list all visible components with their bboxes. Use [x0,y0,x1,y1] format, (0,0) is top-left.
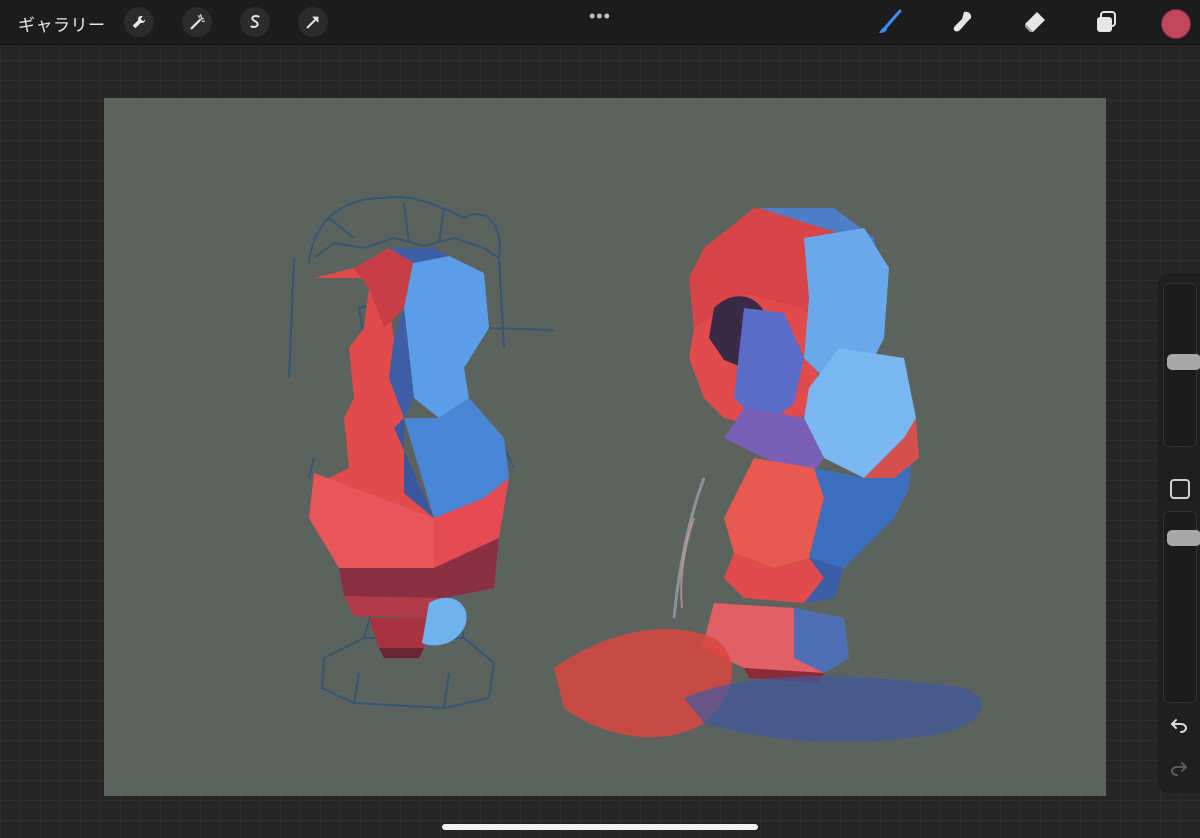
adjustments-button[interactable] [182,7,212,37]
transform-button[interactable] [298,7,328,37]
magic-wand-icon [190,14,205,30]
home-indicator[interactable] [442,824,758,830]
transform-arrow-icon [306,16,319,29]
selection-s-icon [250,15,260,28]
layers-button[interactable] [1090,6,1122,38]
modify-button[interactable] [1170,479,1190,499]
more-options-icon[interactable]: ••• [589,6,611,27]
top-toolbar: ギャラリー ••• [0,0,1200,45]
wrench-icon [132,15,146,29]
color-picker-button[interactable] [1161,9,1191,39]
layers-icon [1097,11,1116,32]
opacity-slider[interactable] [1163,511,1200,703]
redo-icon [1170,762,1188,776]
brush-size-slider[interactable] [1163,283,1200,447]
undo-button[interactable] [1168,714,1190,736]
opacity-handle[interactable] [1167,530,1200,546]
painting-artwork [288,196,982,742]
smudge-icon [953,11,972,32]
smudge-tool-button[interactable] [948,6,980,38]
brush-size-handle[interactable] [1167,354,1200,370]
undo-icon [1170,719,1188,733]
redo-button[interactable] [1168,757,1190,779]
brush-tool-button[interactable] [874,6,906,38]
side-toolbar [1158,273,1200,793]
eraser-icon [1025,12,1045,32]
selection-button[interactable] [240,7,270,37]
drawing-canvas[interactable] [104,98,1106,796]
actions-button[interactable] [124,7,154,37]
brush-icon [879,9,902,33]
eraser-tool-button[interactable] [1018,6,1050,38]
gallery-button[interactable]: ギャラリー [18,11,106,36]
